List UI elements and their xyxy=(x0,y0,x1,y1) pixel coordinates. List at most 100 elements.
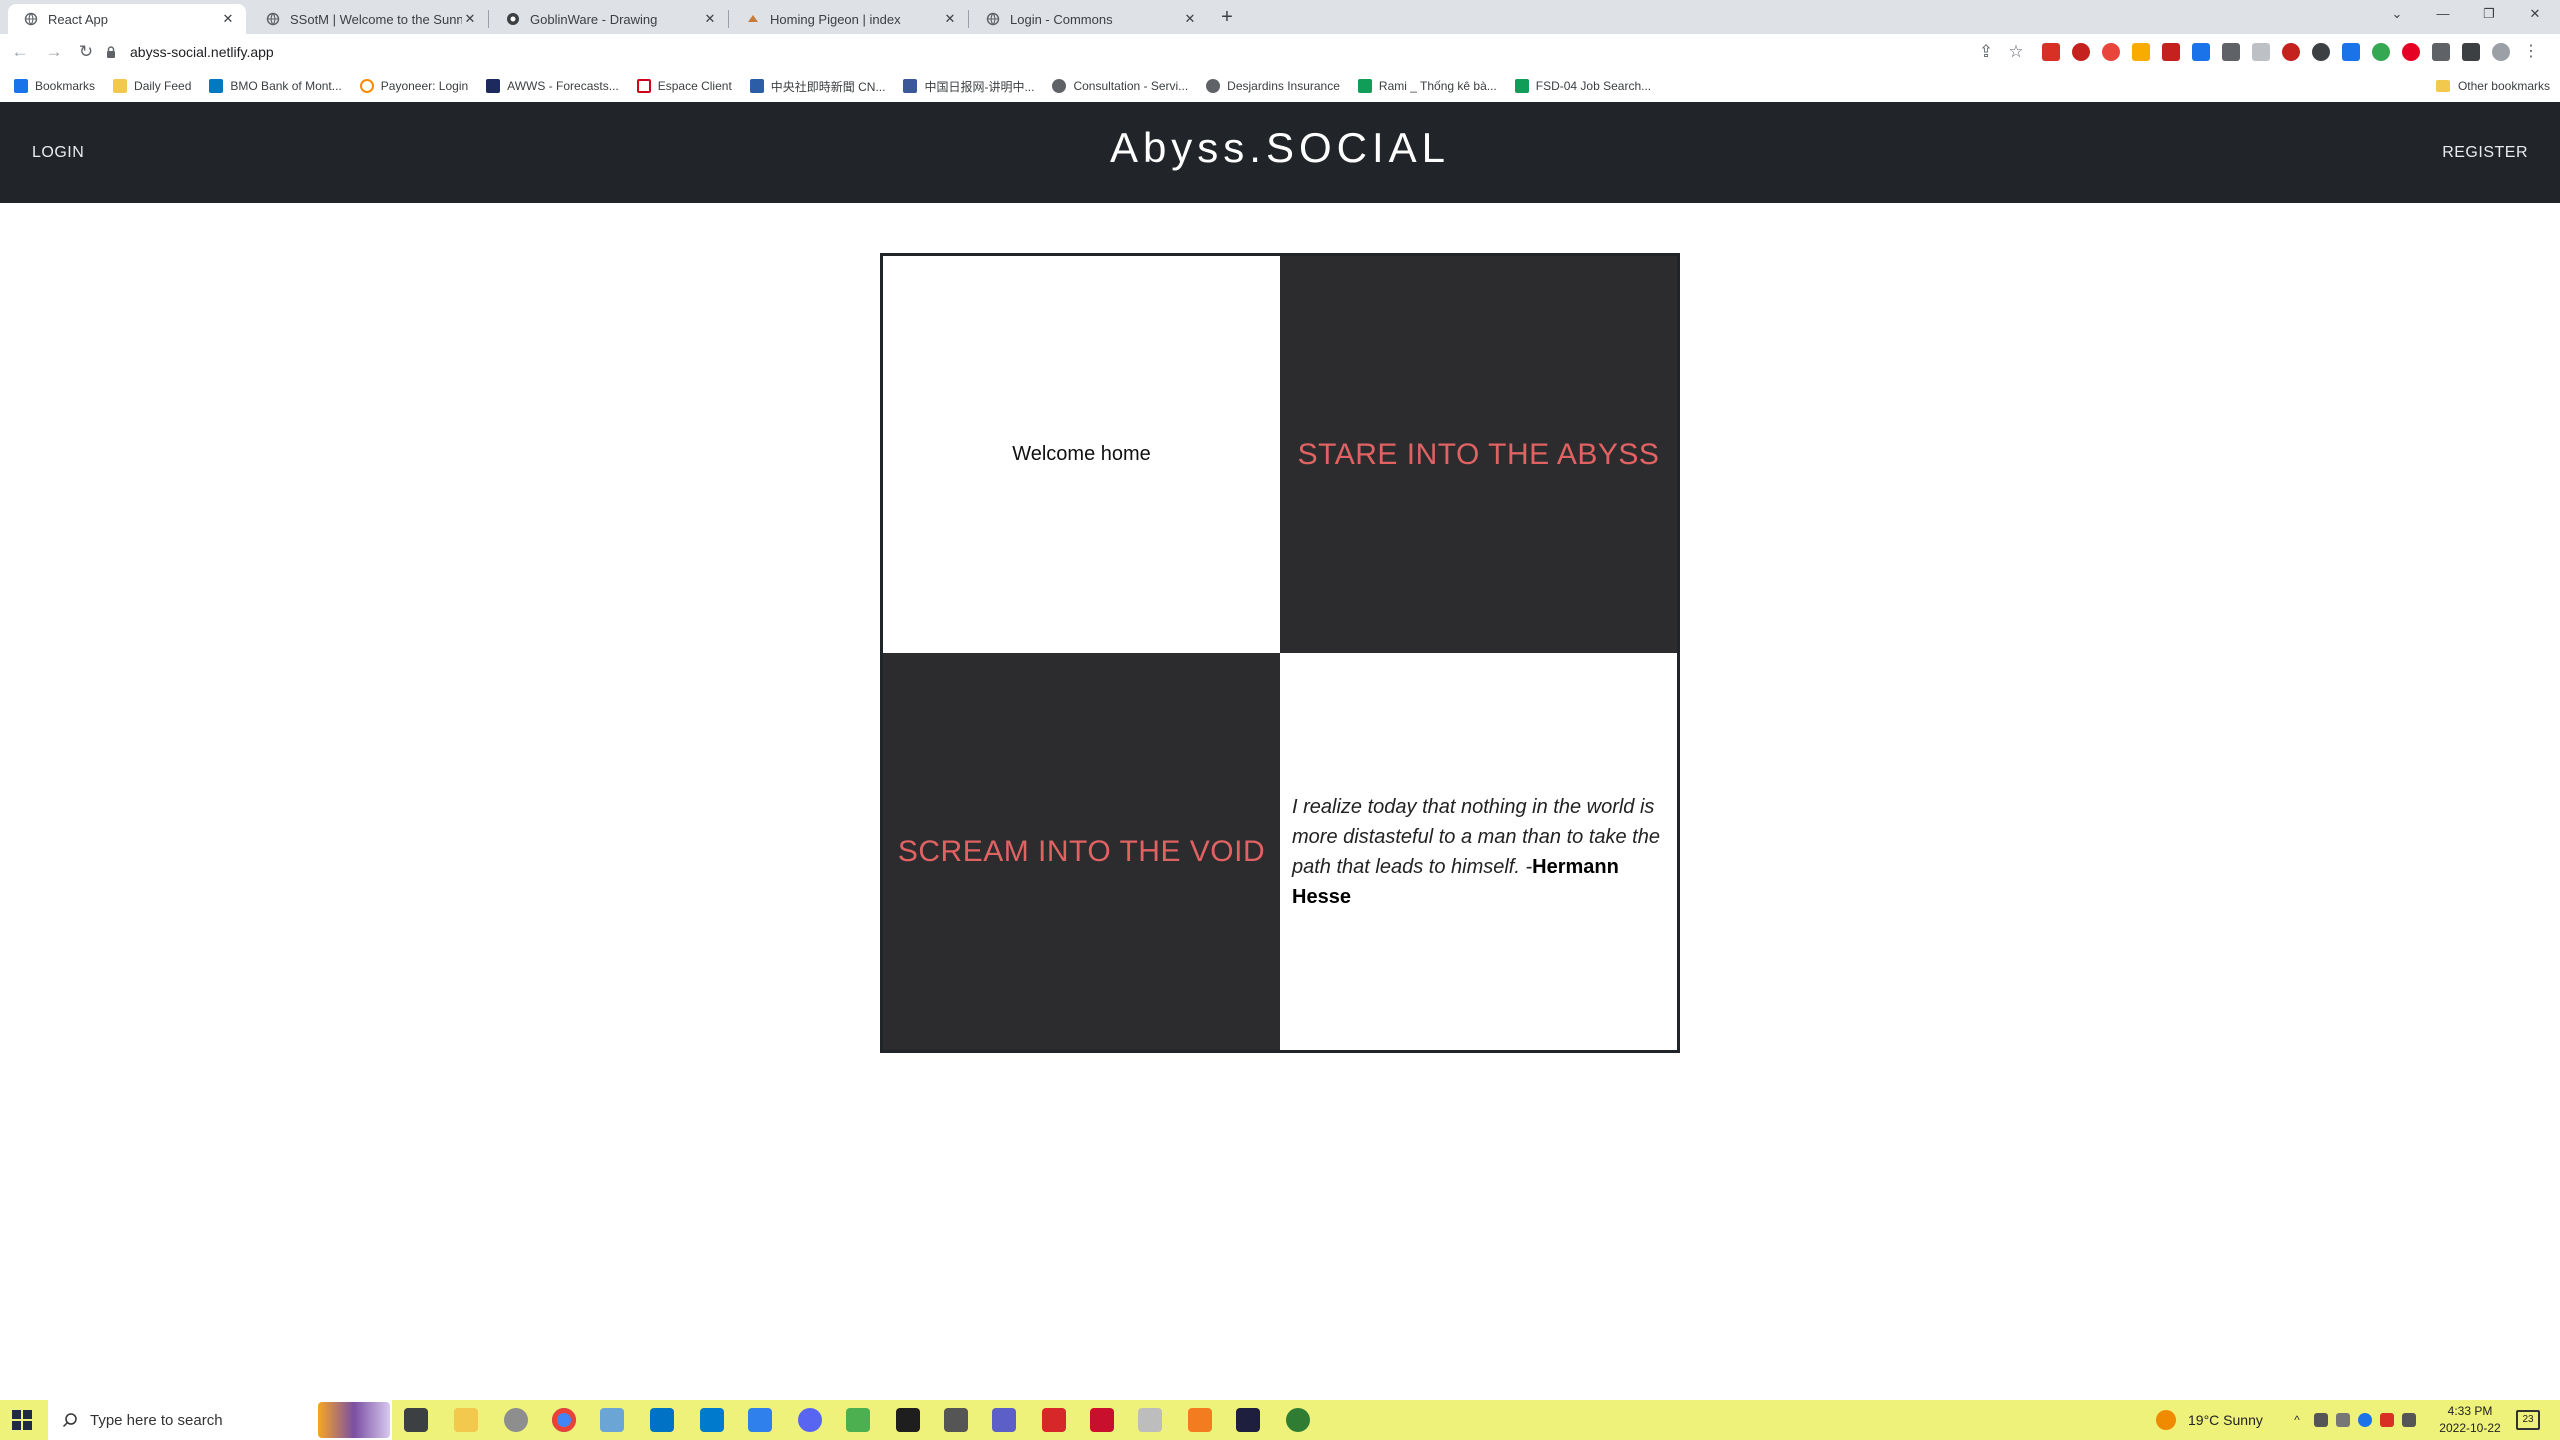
terminal-icon[interactable] xyxy=(896,1408,920,1432)
new-tab-button[interactable]: + xyxy=(1216,6,1238,28)
other-bookmarks[interactable]: Other bookmarks xyxy=(2435,70,2550,102)
browser-tab-login-commons[interactable]: Login - Commons ✕ xyxy=(970,4,1208,34)
minimize-icon[interactable]: — xyxy=(2420,0,2466,28)
bookmark-item[interactable]: Bookmarks xyxy=(14,79,95,93)
close-tab-icon[interactable]: ✕ xyxy=(942,11,958,27)
site-title[interactable]: Abyss.SOCIAL xyxy=(0,124,2560,172)
weather-widget[interactable]: 19°C Sunny xyxy=(2156,1400,2263,1440)
bookmark-item[interactable]: Desjardins Insurance xyxy=(1206,79,1340,93)
pen-icon[interactable] xyxy=(2132,43,2150,61)
scream-into-void-link[interactable]: SCREAM INTO THE VOID xyxy=(898,835,1265,869)
awws-icon xyxy=(486,79,501,93)
bookmark-item[interactable]: Espace Client xyxy=(636,79,732,93)
bookmark-star-icon[interactable]: ☆ xyxy=(2004,40,2028,64)
profile-avatar[interactable] xyxy=(2492,43,2510,61)
printer-icon[interactable] xyxy=(1138,1408,1162,1432)
bookmark-item[interactable]: AWWS - Forecasts... xyxy=(486,79,619,93)
bookmark-item[interactable]: Daily Feed xyxy=(113,79,191,93)
bookmark-item[interactable]: BMO Bank of Mont... xyxy=(209,79,342,93)
register-link[interactable]: REGISTER xyxy=(2442,144,2528,162)
file-explorer-icon[interactable] xyxy=(454,1408,478,1432)
extension-icon[interactable] xyxy=(2222,43,2240,61)
intellij-icon[interactable] xyxy=(1236,1408,1260,1432)
browser-toolbar: ← → ↻ abyss-social.netlify.app ⇪ ☆ ⋮ xyxy=(0,34,2560,70)
snip-icon[interactable] xyxy=(846,1408,870,1432)
tab-divider xyxy=(728,10,729,28)
star-icon xyxy=(14,79,28,93)
bookmark-item[interactable]: FSD-04 Job Search... xyxy=(1514,79,1651,93)
paint-icon[interactable] xyxy=(504,1408,528,1432)
network-icon[interactable] xyxy=(2336,1413,2350,1427)
video-icon[interactable] xyxy=(2162,43,2180,61)
task-view-icon[interactable] xyxy=(404,1408,428,1432)
flash-icon[interactable] xyxy=(1042,1408,1066,1432)
clock[interactable]: 4:33 PM 2022-10-22 xyxy=(2430,1403,2510,1437)
pigeon-icon xyxy=(746,12,760,26)
bookmark-item[interactable]: 中央社即時新聞 CN... xyxy=(749,78,885,95)
close-window-icon[interactable]: ✕ xyxy=(2512,0,2558,28)
menu-kebab-icon[interactable]: ⋮ xyxy=(2522,43,2540,61)
xampp-icon[interactable] xyxy=(1188,1408,1212,1432)
site-header: LOGIN Abyss.SOCIAL REGISTER xyxy=(0,102,2560,203)
stare-panel[interactable]: STARE INTO THE ABYSS xyxy=(1280,256,1677,653)
browser-tab-react-app[interactable]: React App ✕ xyxy=(8,4,246,34)
bookmark-item[interactable]: Consultation - Servi... xyxy=(1052,79,1188,93)
notepad-icon[interactable] xyxy=(600,1408,624,1432)
globe-icon xyxy=(24,12,38,26)
back-icon[interactable]: ← xyxy=(8,40,32,64)
bookmark-item[interactable]: Rami _ Thống kê bà... xyxy=(1357,79,1497,93)
tray-app-icon[interactable] xyxy=(2380,1413,2394,1427)
tray-app-icon[interactable] xyxy=(2314,1413,2328,1427)
discord-icon[interactable] xyxy=(798,1408,822,1432)
browser-tab-goblinware[interactable]: GoblinWare - Drawing ✕ xyxy=(490,4,728,34)
app-icon[interactable] xyxy=(1286,1408,1310,1432)
clock-icon[interactable] xyxy=(2312,43,2330,61)
stare-into-abyss-link[interactable]: STARE INTO THE ABYSS xyxy=(1298,438,1660,472)
restore-icon[interactable]: ❐ xyxy=(2466,0,2512,28)
windows-taskbar: Type here to search 19°C Sunny ^ 4:33 PM… xyxy=(0,1400,2560,1440)
vscode-icon[interactable] xyxy=(700,1408,724,1432)
bookmark-item[interactable]: Payoneer: Login xyxy=(359,79,468,93)
close-tab-icon[interactable]: ✕ xyxy=(220,11,236,27)
tab-search-icon[interactable]: ⌄ xyxy=(2374,0,2420,28)
forward-icon[interactable]: → xyxy=(42,40,66,64)
extension-icon[interactable] xyxy=(2252,43,2270,61)
weather-text: 19°C Sunny xyxy=(2188,1412,2263,1428)
azure-icon[interactable] xyxy=(748,1408,772,1432)
extension-icon[interactable] xyxy=(2372,43,2390,61)
volume-icon[interactable] xyxy=(2402,1413,2416,1427)
payoneer-icon xyxy=(359,79,374,93)
close-tab-icon[interactable]: ✕ xyxy=(1182,11,1198,27)
teams-icon[interactable] xyxy=(992,1408,1016,1432)
pinterest-icon[interactable] xyxy=(2402,43,2420,61)
close-tab-icon[interactable]: ✕ xyxy=(462,11,478,27)
extension-icon[interactable] xyxy=(2342,43,2360,61)
address-bar[interactable]: abyss-social.netlify.app xyxy=(104,37,2024,67)
chrome-icon[interactable] xyxy=(552,1408,576,1432)
notification-center-icon[interactable]: 23 xyxy=(2516,1410,2540,1430)
folder-icon xyxy=(113,79,128,93)
reload-icon[interactable]: ↻ xyxy=(74,40,98,64)
acrobat-icon[interactable] xyxy=(1090,1408,1114,1432)
sidebar-icon[interactable] xyxy=(2462,43,2480,61)
bookmark-item[interactable]: 中国日报网-讲明中... xyxy=(903,78,1034,95)
puzzle-icon[interactable] xyxy=(2432,43,2450,61)
settings-icon[interactable] xyxy=(944,1408,968,1432)
adblock-icon[interactable] xyxy=(2102,43,2120,61)
browser-tab-ssotm[interactable]: SSotM | Welcome to the Sunny S ✕ xyxy=(250,4,488,34)
onedrive-icon[interactable] xyxy=(2358,1413,2372,1427)
scream-panel[interactable]: SCREAM INTO THE VOID xyxy=(883,653,1280,1050)
goblinware-icon xyxy=(506,12,520,26)
extension-icon[interactable] xyxy=(2042,43,2060,61)
record-icon[interactable] xyxy=(2282,43,2300,61)
translate-icon[interactable] xyxy=(2192,43,2210,61)
chevron-up-icon[interactable]: ^ xyxy=(2290,1413,2304,1427)
close-tab-icon[interactable]: ✕ xyxy=(702,11,718,27)
browser-tab-homing-pigeon[interactable]: Homing Pigeon | index ✕ xyxy=(730,4,968,34)
browser-tab-strip: React App ✕ SSotM | Welcome to the Sunny… xyxy=(0,0,2560,34)
windows-start-icon[interactable] xyxy=(12,1410,32,1430)
outlook-icon[interactable] xyxy=(650,1408,674,1432)
globe-icon xyxy=(1052,79,1067,93)
opera-icon[interactable] xyxy=(2072,43,2090,61)
share-icon[interactable]: ⇪ xyxy=(1974,40,1998,64)
